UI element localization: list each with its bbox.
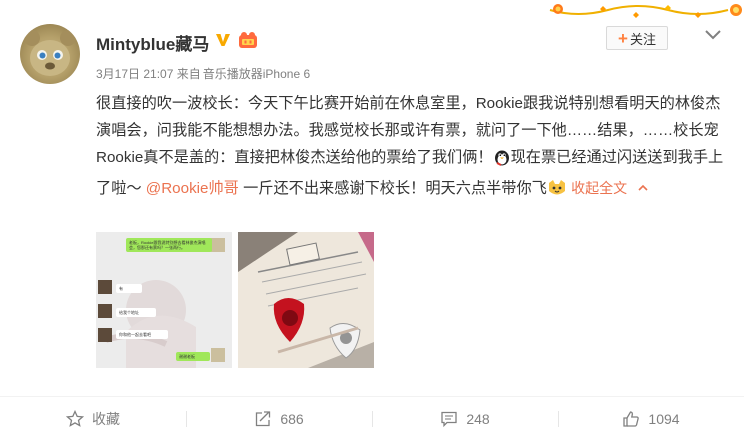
repost-button[interactable]: 686	[186, 397, 372, 441]
repost-count: 686	[280, 411, 304, 427]
post-source[interactable]: 音乐播放器iPhone 6	[203, 67, 310, 81]
star-icon	[66, 410, 84, 427]
comment-count: 248	[466, 411, 490, 427]
comment-button[interactable]: 248	[372, 397, 558, 441]
member-badge-icon[interactable]	[237, 31, 259, 54]
more-options-chevron-down-icon[interactable]	[703, 28, 723, 42]
favorite-label: 收藏	[92, 411, 120, 427]
post-time[interactable]: 3月17日 21:07	[96, 67, 173, 81]
plus-icon: +	[618, 28, 628, 48]
collapse-label: 收起全文	[571, 180, 628, 196]
verified-v-icon[interactable]	[215, 32, 231, 53]
like-count: 1094	[648, 411, 680, 427]
chat-screenshot-thumbnail[interactable]: 老板，Rookie跟我说特别想去看林俊杰演唱会，您那还有票吗？一张两行。 有 给…	[96, 232, 232, 368]
user-name-row: Mintyblue藏马	[96, 30, 259, 54]
action-toolbar: 收藏 686 248 1094	[0, 396, 744, 441]
festive-decoration-banner	[549, 4, 742, 18]
comment-icon	[441, 411, 457, 428]
concert-ticket-photo-thumbnail[interactable]	[238, 232, 374, 368]
collapse-full-text-link[interactable]: 收起全文	[571, 180, 649, 196]
penguin-emoji-icon	[493, 148, 511, 175]
cat-emoji-icon	[547, 179, 567, 206]
user-name[interactable]: Mintyblue藏马	[96, 30, 209, 55]
chat-bubble-4: 你和他一起去看吧	[116, 330, 168, 339]
thumbs-up-icon	[623, 411, 640, 427]
chat-bubble-1: 老板，Rookie跟我说特别想去看林俊杰演唱会，您那还有票吗？一张两行。	[126, 238, 212, 252]
chat-bubble-3: 给我个地址	[116, 308, 156, 317]
repost-icon	[256, 411, 271, 427]
mention-link[interactable]: @Rookie帅哥	[146, 180, 239, 197]
source-prefix: 来自	[176, 67, 201, 81]
chat-bubble-5: 谢谢老板	[176, 352, 210, 361]
post-content: 很直接的吹一波校长：今天下午比赛开始前在休息室里，Rookie跟我说特别想看明天…	[96, 90, 728, 206]
follow-button[interactable]: + 关注	[606, 26, 668, 50]
weibo-post-card: Mintyblue藏马 3月17日 21:07 来自 音乐播放器iPhone 6 …	[0, 0, 744, 441]
chevron-up-icon	[638, 184, 648, 191]
chat-bubble-2: 有	[116, 284, 142, 293]
post-meta: 3月17日 21:07 来自 音乐播放器iPhone 6	[96, 65, 310, 82]
like-button[interactable]: 1094	[558, 397, 744, 441]
follow-label: 关注	[629, 31, 656, 47]
post-text-part-3: 一斤还不出来感谢下校长！明天六点半带你飞	[238, 180, 547, 197]
favorite-button[interactable]: 收藏	[0, 397, 186, 441]
user-avatar[interactable]	[20, 24, 80, 84]
